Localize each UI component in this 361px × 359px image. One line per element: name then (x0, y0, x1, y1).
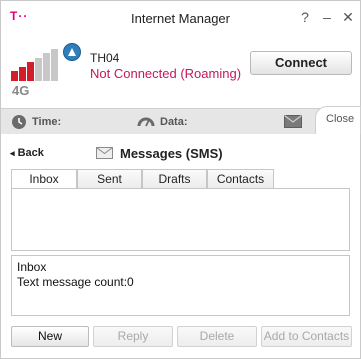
tab-sent[interactable]: Sent (77, 169, 142, 188)
envelope-icon[interactable] (284, 115, 302, 128)
back-arrow-icon: ◂ (10, 148, 15, 158)
delete-button[interactable]: Delete (177, 326, 257, 347)
close-panel-tab[interactable]: Close (315, 106, 361, 134)
signal-bar (11, 71, 18, 81)
reply-button[interactable]: Reply (93, 326, 173, 347)
internet-manager-window: T·· Internet Manager ? – ✕ 4G TH04 Not C… (0, 0, 361, 359)
message-preview: Inbox Text message count:0 (11, 255, 350, 316)
connect-button[interactable]: Connect (250, 51, 352, 75)
close-window-button[interactable]: ✕ (341, 10, 355, 24)
new-message-button[interactable]: New (11, 326, 89, 347)
tab-inbox[interactable]: Inbox (11, 169, 77, 189)
back-button[interactable]: ◂ Back (10, 147, 44, 159)
roaming-icon (63, 43, 81, 61)
signal-bar (19, 67, 26, 81)
speedometer-icon (137, 117, 155, 127)
tab-contacts[interactable]: Contacts (207, 169, 274, 188)
signal-bar (35, 58, 42, 81)
stats-bar: Time: Data: Close (1, 106, 361, 134)
data-label: Data: (160, 116, 188, 128)
messages-envelope-icon (96, 147, 113, 159)
add-to-contacts-button[interactable]: Add to Contacts (261, 326, 352, 347)
network-name: TH04 (90, 51, 120, 65)
signal-strength-indicator (11, 49, 63, 81)
minimize-button[interactable]: – (320, 10, 334, 24)
message-tabs: Inbox Sent Drafts Contacts (11, 169, 350, 189)
message-list[interactable] (11, 188, 350, 251)
connection-status: Not Connected (Roaming) (90, 66, 242, 81)
title-bar: T·· Internet Manager ? – ✕ (1, 1, 360, 34)
preview-folder: Inbox (17, 260, 47, 274)
messages-title: Messages (SMS) (120, 146, 223, 161)
signal-bar (43, 53, 50, 81)
preview-count: Text message count:0 (17, 275, 134, 289)
network-type-label: 4G (12, 83, 30, 98)
clock-icon (12, 115, 26, 129)
signal-bar (51, 49, 58, 81)
signal-bar (27, 62, 34, 81)
help-button[interactable]: ? (298, 10, 312, 24)
time-label: Time: (32, 116, 62, 128)
tab-drafts[interactable]: Drafts (142, 169, 207, 188)
back-label: Back (17, 147, 44, 159)
